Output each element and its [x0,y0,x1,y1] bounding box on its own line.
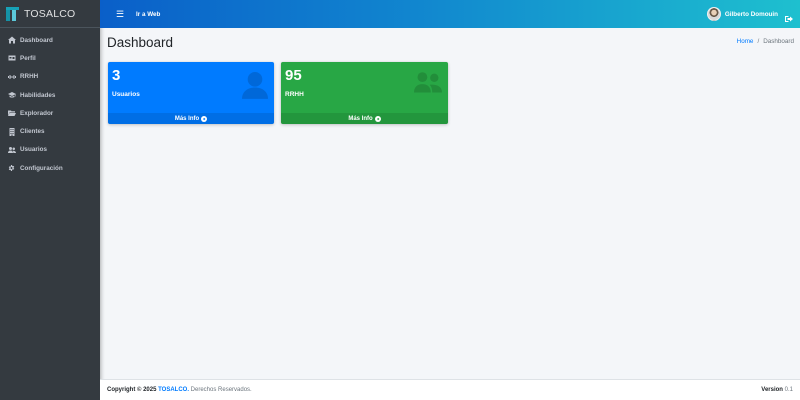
sidebar-item-dashboard[interactable]: Dashboard [0,31,100,49]
sidebar-item-clientes[interactable]: Clientes [0,122,100,140]
more-info-label: Más Info [174,115,200,122]
sidebar-item-label: Dashboard [20,36,53,44]
copyright-text: Copyright © 2025 TOSALCO. Derechos Reser… [107,387,252,393]
users-cog-icon [7,72,16,81]
rights-text: Derechos Reservados. [190,387,252,393]
stat-value: 95 [285,67,302,84]
sidebar-item-label: RRHH [20,73,39,81]
brand-link[interactable]: TOSALCO [0,0,100,28]
sidebar-item-label: Configuración [20,164,63,172]
folder-open-icon [7,109,16,118]
version-info: Version 0.1 [761,387,793,393]
users-stat-box: 3 Usuarios Más Info [108,62,274,124]
user-menu: Gilberto Domouin [706,0,793,28]
arrow-circle-right-icon [374,115,381,122]
footer-brand-link[interactable]: TOSALCO. [158,387,189,393]
sidebar-nav: Dashboard Perfil RRHH Habilidades Explor… [0,28,100,177]
sidebar-item-label: Perfil [20,54,36,62]
more-info-button[interactable]: Más Info [108,113,274,124]
sidebar-item-label: Habilidades [20,91,56,99]
sidebar-item-usuarios[interactable]: Usuarios [0,141,100,159]
sidebar-item-configuracion[interactable]: Configuración [0,159,100,177]
version-label: Version [761,387,783,393]
building-icon [7,127,16,136]
brand-logo-icon [6,6,19,21]
main-sidebar: TOSALCO Dashboard Perfil RRHH Habilidade… [0,0,100,400]
users-icon [414,71,442,98]
sidebar-item-label: Usuarios [20,146,47,154]
copyright-label: Copyright © 2025 [107,387,157,393]
sidebar-item-perfil[interactable]: Perfil [0,49,100,67]
top-navbar: ☰ Ir a Web Gilberto Domouin [100,0,800,28]
users-icon [7,145,16,154]
breadcrumb-current: Dashboard [763,38,794,45]
home-icon [7,36,16,45]
breadcrumb-home-link[interactable]: Home [737,38,754,45]
breadcrumb: Home / Dashboard [737,38,794,45]
main-footer: Copyright © 2025 TOSALCO. Derechos Reser… [100,379,800,400]
sidebar-item-label: Clientes [20,128,45,136]
brand-name: TOSALCO [24,7,76,20]
version-number: 0.1 [784,387,793,393]
go-to-web-link[interactable]: Ir a Web [136,11,160,18]
avatar[interactable] [706,7,721,21]
arrow-circle-right-icon [201,115,208,122]
breadcrumb-separator: / [757,38,760,45]
sidebar-item-explorador[interactable]: Explorador [0,104,100,122]
graduation-cap-icon [7,91,16,100]
user-icon [242,71,268,104]
cogs-icon [7,164,16,173]
user-name[interactable]: Gilberto Domouin [725,11,778,18]
bars-icon[interactable]: ☰ [116,9,124,20]
id-card-icon [7,54,16,63]
rrhh-stat-box: 95 RRHH Más Info [281,62,448,124]
sidebar-item-habilidades[interactable]: Habilidades [0,86,100,104]
stat-label: RRHH [285,91,304,98]
stat-label: Usuarios [112,91,140,98]
sign-out-icon[interactable] [785,10,793,22]
page-title: Dashboard [107,35,174,50]
more-info-label: Más Info [348,115,373,122]
sidebar-item-rrhh[interactable]: RRHH [0,68,100,86]
more-info-button[interactable]: Más Info [281,113,448,124]
stat-value: 3 [112,67,121,84]
sidebar-item-label: Explorador [20,109,54,117]
